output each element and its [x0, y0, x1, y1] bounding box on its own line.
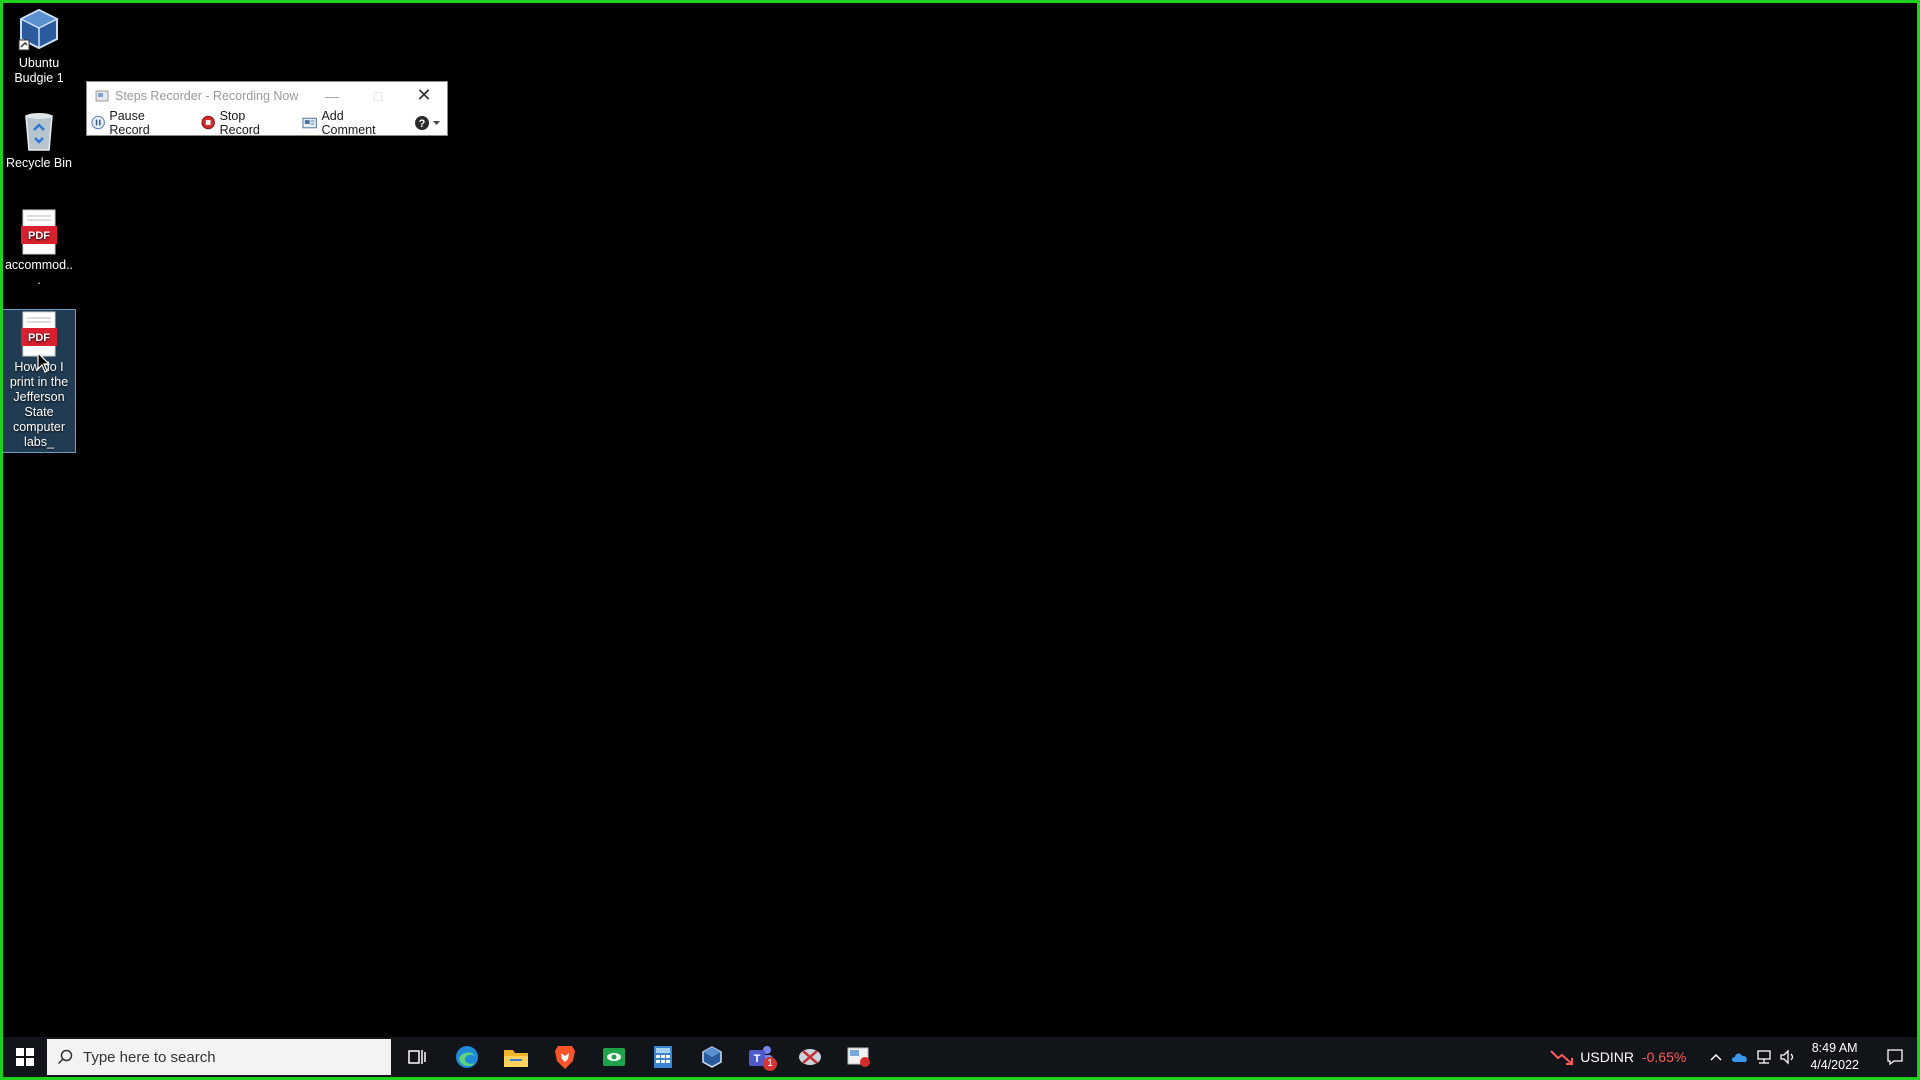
pdf-file-icon: PDF	[21, 311, 57, 357]
desktop-icon-label: accommod...	[4, 258, 74, 287]
onedrive-icon	[1732, 1053, 1748, 1062]
help-dropdown-button[interactable]: ?	[414, 115, 441, 131]
task-view-icon	[407, 1050, 426, 1064]
desktop-icon-label: Recycle Bin	[6, 156, 72, 170]
steps-recorder-icon	[95, 90, 109, 101]
taskbar-app-snipping-tool[interactable]	[785, 1037, 834, 1077]
pdf-badge: PDF	[28, 230, 50, 242]
task-view-button[interactable]	[393, 1037, 442, 1077]
taskbar-app-edge[interactable]	[442, 1037, 491, 1077]
steps-recorder-window: Steps Recorder - Recording Now — □ ✕ Pau…	[86, 81, 448, 137]
start-button[interactable]	[3, 1037, 47, 1077]
desktop-icon-recycle-bin[interactable]: Recycle Bin	[2, 106, 76, 171]
taskbar-app-camera[interactable]	[589, 1037, 638, 1077]
currency-widget[interactable]: USDINR -0.65%	[1550, 1048, 1686, 1066]
desktop-icon-ubuntu-budgie[interactable]: Ubuntu Budgie 1	[2, 6, 76, 86]
pdf-badge: PDF	[28, 332, 50, 344]
help-icon: ?	[415, 115, 429, 130]
stop-record-button[interactable]: Stop Record	[201, 109, 286, 137]
search-icon	[57, 1049, 73, 1065]
chevron-up-icon	[1710, 1053, 1722, 1061]
desktop-icon-jefferson-pdf[interactable]: PDF How do I print in the Jefferson Stat…	[2, 309, 76, 453]
virtualbox-icon	[701, 1046, 722, 1068]
pause-record-button[interactable]: Pause Record	[91, 109, 185, 137]
taskbar-app-teams[interactable]: T 1	[736, 1037, 785, 1077]
clock-time: 8:49 AM	[1811, 1041, 1858, 1055]
currency-change: -0.65%	[1641, 1049, 1687, 1065]
taskbar-app-brave[interactable]	[540, 1037, 589, 1077]
currency-pair: USDINR	[1580, 1049, 1634, 1065]
volume-button[interactable]	[1777, 1037, 1799, 1077]
snipping-tool-icon	[798, 1049, 821, 1065]
search-placeholder: Type here to search	[83, 1048, 216, 1066]
comment-icon	[302, 117, 317, 128]
taskbar-app-virtualbox[interactable]	[687, 1037, 736, 1077]
recycle-bin-icon	[25, 113, 53, 151]
maximize-button[interactable]: □	[355, 82, 401, 109]
onedrive-button[interactable]	[1729, 1037, 1751, 1077]
minimize-button[interactable]: —	[309, 82, 355, 109]
screen-border	[0, 0, 1920, 1080]
pdf-file-icon: PDF	[21, 209, 57, 255]
show-hidden-icons-button[interactable]	[1705, 1037, 1727, 1077]
add-comment-button[interactable]: Add Comment	[302, 109, 398, 137]
trend-down-icon	[1550, 1050, 1574, 1065]
close-icon: ✕	[416, 85, 432, 105]
stop-record-label: Stop Record	[219, 108, 260, 137]
file-explorer-icon	[503, 1050, 528, 1067]
steps-recorder-icon	[847, 1047, 870, 1067]
chevron-down-icon	[433, 120, 440, 125]
clock-date: 4/4/2022	[1810, 1058, 1859, 1072]
add-comment-label: Add Comment	[321, 108, 376, 137]
stop-icon	[201, 115, 216, 130]
toolbar: Pause Record Stop Record Add Comment ?	[87, 109, 447, 137]
pause-record-label: Pause Record	[109, 108, 150, 137]
taskbar-app-steps-recorder[interactable]	[834, 1037, 883, 1077]
taskbar: Type here to search T 1 USDINR -0.65% 8:…	[3, 1037, 1917, 1077]
desktop-icon-accommod-pdf[interactable]: PDF accommod...	[2, 208, 76, 288]
minimize-icon: —	[325, 87, 339, 104]
notification-icon	[1887, 1049, 1903, 1066]
clock[interactable]: 8:49 AM 4/4/2022	[1810, 1040, 1859, 1074]
svg-text:?: ?	[419, 118, 426, 130]
windows-logo-icon	[16, 1048, 34, 1066]
brave-icon	[554, 1046, 575, 1069]
volume-icon	[1780, 1049, 1794, 1065]
virtualbox-vm-icon	[18, 8, 59, 51]
desktop-icon-label: Ubuntu Budgie 1	[14, 56, 64, 85]
system-tray: USDINR -0.65% 8:49 AM 4/4/2022	[1550, 1037, 1917, 1077]
window-title: Steps Recorder - Recording Now	[115, 88, 299, 103]
search-input[interactable]: Type here to search	[47, 1039, 391, 1075]
taskbar-app-file-explorer[interactable]	[491, 1037, 540, 1077]
camera-app-icon	[602, 1048, 625, 1066]
calculator-icon	[653, 1046, 672, 1068]
edge-icon	[455, 1046, 478, 1068]
pause-icon	[91, 115, 105, 130]
title-bar[interactable]: Steps Recorder - Recording Now — □ ✕	[87, 82, 447, 109]
network-button[interactable]	[1753, 1037, 1775, 1077]
svg-text:T: T	[753, 1053, 760, 1065]
notification-badge: 1	[763, 1057, 777, 1071]
mouse-cursor-icon	[37, 352, 51, 373]
network-icon	[1757, 1050, 1771, 1064]
taskbar-app-calculator[interactable]	[638, 1037, 687, 1077]
action-center-button[interactable]	[1873, 1037, 1917, 1077]
close-button[interactable]: ✕	[401, 82, 447, 109]
maximize-icon: □	[373, 87, 383, 104]
